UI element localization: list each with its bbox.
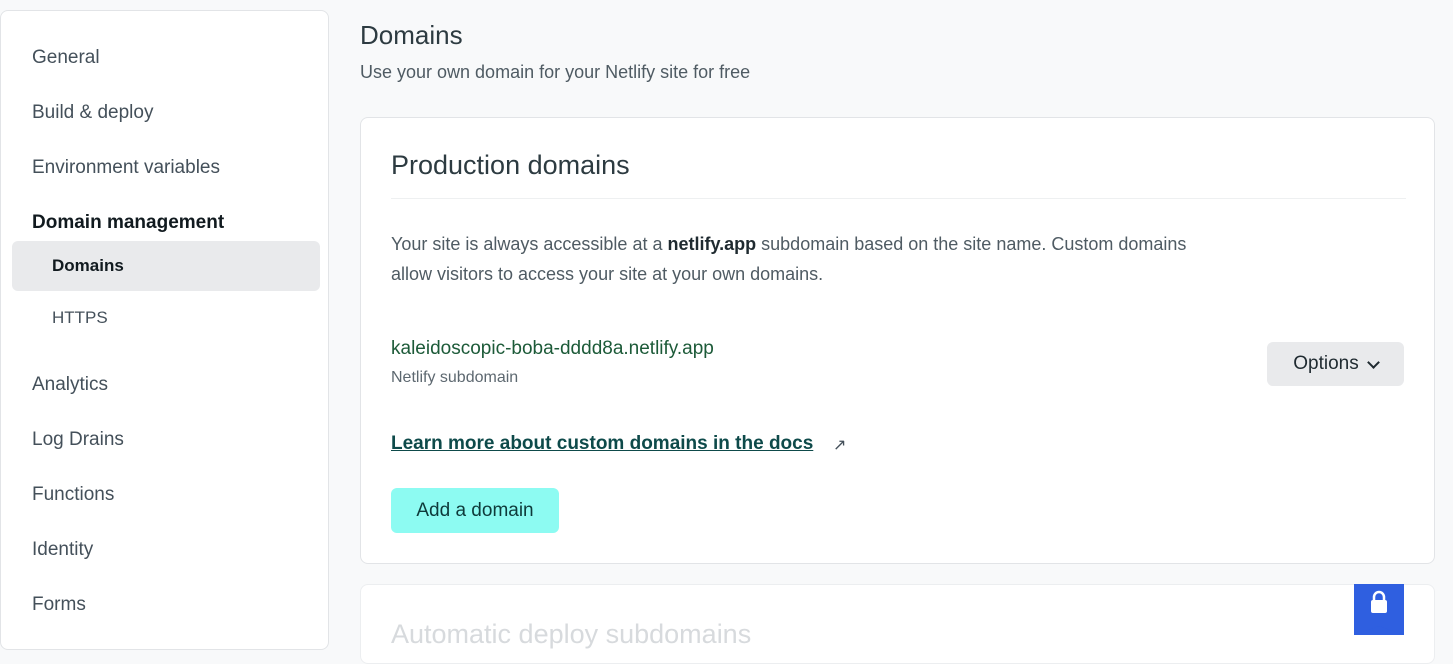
- add-domain-button[interactable]: Add a domain: [391, 488, 559, 533]
- settings-sidebar: General Build & deploy Environment varia…: [0, 10, 329, 650]
- sidebar-subitem-domains[interactable]: Domains: [12, 241, 320, 291]
- card-title: Production domains: [391, 150, 630, 180]
- sidebar-item-environment-variables[interactable]: Environment variables: [32, 157, 220, 179]
- sidebar-item-log-drains[interactable]: Log Drains: [32, 429, 124, 451]
- sidebar-item-identity[interactable]: Identity: [32, 539, 93, 561]
- custom-domains-docs-link[interactable]: Learn more about custom domains in the d…: [391, 433, 813, 455]
- divider: [391, 198, 1406, 199]
- sidebar-item-analytics[interactable]: Analytics: [32, 374, 108, 396]
- sidebar-item-general[interactable]: General: [32, 47, 100, 69]
- sidebar-item-forms[interactable]: Forms: [32, 594, 86, 616]
- automatic-deploy-subdomains-card: Automatic deploy subdomains: [360, 584, 1435, 664]
- chevron-down-icon: [1366, 355, 1380, 369]
- lock-badge-button[interactable]: [1354, 584, 1404, 635]
- production-domains-card: Production domains Your site is always a…: [360, 117, 1435, 564]
- page-subtitle: Use your own domain for your Netlify sit…: [360, 62, 751, 82]
- domain-type-label: Netlify subdomain: [391, 369, 519, 386]
- domain-name: kaleidoscopic-boba-dddd8a.netlify.app: [391, 338, 714, 359]
- sidebar-item-functions[interactable]: Functions: [32, 484, 114, 506]
- options-label: Options: [1293, 353, 1359, 374]
- options-dropdown-button[interactable]: Options: [1267, 342, 1404, 386]
- lock-icon: [1354, 584, 1404, 635]
- sidebar-item-domain-management[interactable]: Domain management: [32, 212, 224, 234]
- sidebar-item-build-deploy[interactable]: Build & deploy: [32, 102, 153, 124]
- external-link-icon: ↗: [833, 437, 847, 454]
- sidebar-subitem-https[interactable]: HTTPS: [12, 293, 320, 343]
- page-title: Domains: [360, 20, 463, 50]
- card-description: Your site is always accessible at a netl…: [391, 229, 1211, 289]
- description-text: Your site is always accessible at a: [391, 234, 668, 254]
- description-bold: netlify.app: [667, 234, 757, 254]
